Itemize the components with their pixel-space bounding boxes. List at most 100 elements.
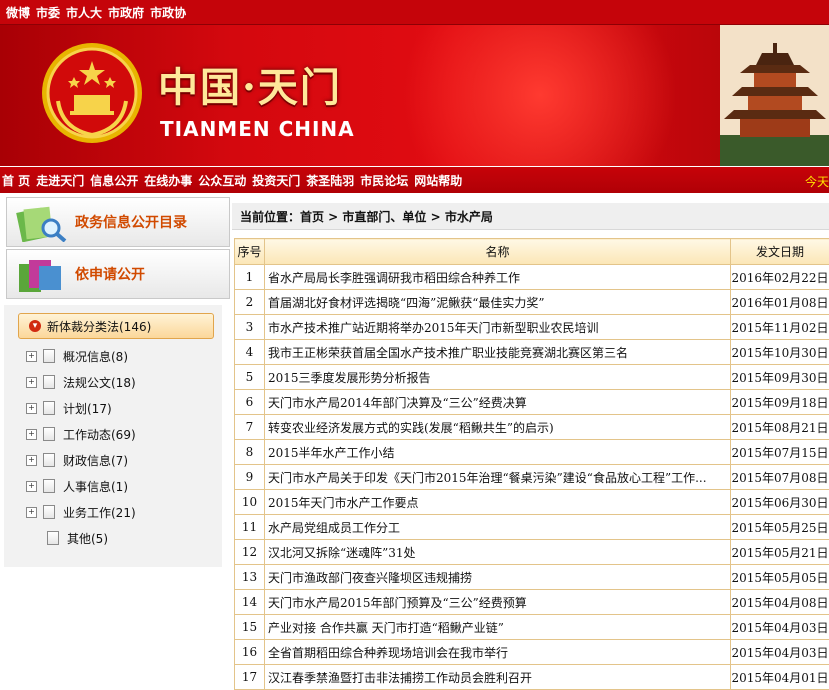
national-emblem-icon — [40, 41, 144, 145]
row-date: 2015年05月05日 — [731, 565, 829, 590]
row-title-link[interactable]: 产业对接 合作共赢 天门市打造“稻鳅产业链” — [265, 615, 731, 640]
row-date: 2015年05月21日 — [731, 540, 829, 565]
expand-icon[interactable]: + — [26, 481, 37, 492]
row-index: 9 — [235, 465, 265, 490]
document-icon — [43, 505, 55, 519]
link-peoples-congress[interactable]: 市人大 — [66, 4, 102, 21]
row-date: 2015年05月25日 — [731, 515, 829, 540]
table-row: 17汉江春季禁渔暨打击非法捕捞工作动员会胜利召开2015年04月01日 — [235, 665, 829, 690]
tree-node-finance[interactable]: +财政信息(7) — [26, 451, 128, 469]
row-index: 10 — [235, 490, 265, 515]
row-title-link[interactable]: 首届湖北好食材评选揭晓“四海”泥鳅获“最佳实力奖” — [265, 290, 731, 315]
document-icon — [43, 427, 55, 441]
link-party-committee[interactable]: 市委 — [36, 4, 60, 21]
row-title-link[interactable]: 转变农业经济发展方式的实践(发展“稻鳅共生”的启示) — [265, 415, 731, 440]
expand-icon[interactable]: + — [26, 429, 37, 440]
request-disclosure-button[interactable]: 依申请公开 — [6, 249, 230, 299]
table-row: 9天门市水产局关于印发《天门市2015年治理“餐桌污染”建设“食品放心工程”工作… — [235, 465, 829, 490]
table-row: 82015半年水产工作小结2015年07月15日 — [235, 440, 829, 465]
pavilion-tower-image — [720, 25, 829, 166]
table-row: 12汉北河又拆除“迷魂阵”31处2015年05月21日 — [235, 540, 829, 565]
main-nav: 首 页 走进天门 信息公开 在线办事 公众互动 投资天门 茶圣陆羽 市民论坛 网… — [0, 167, 829, 193]
row-title-link[interactable]: 天门市水产局关于印发《天门市2015年治理“餐桌污染”建设“食品放心工程”工作.… — [265, 465, 731, 490]
tree-node-business[interactable]: +业务工作(21) — [26, 503, 136, 521]
row-date: 2015年07月08日 — [731, 465, 829, 490]
tree-node-personnel[interactable]: +人事信息(1) — [26, 477, 128, 495]
table-row: 52015三季度发展形势分析报告2015年09月30日 — [235, 365, 829, 390]
row-title-link[interactable]: 2015年天门市水产工作要点 — [265, 490, 731, 515]
collapse-icon: ▾ — [29, 320, 41, 332]
category-tree: ▾ 新体裁分类法(146) +概况信息(8) +法规公文(18) +计划(17)… — [4, 305, 222, 567]
row-title-link[interactable]: 我市王正彬荣获首届全国水产技术推广职业技能竞赛湖北赛区第三名 — [265, 340, 731, 365]
books-icon — [13, 254, 69, 294]
row-index: 1 — [235, 265, 265, 290]
row-index: 5 — [235, 365, 265, 390]
tree-node-other[interactable]: 其他(5) — [41, 529, 108, 547]
row-index: 12 — [235, 540, 265, 565]
row-title-link[interactable]: 天门市水产局2015年部门预算及“三公”经费预算 — [265, 590, 731, 615]
column-header-title: 名称 — [265, 239, 731, 265]
row-index: 8 — [235, 440, 265, 465]
link-weibo[interactable]: 微博 — [6, 4, 30, 21]
expand-icon[interactable]: + — [26, 507, 37, 518]
expand-icon[interactable]: + — [26, 403, 37, 414]
table-row: 7转变农业经济发展方式的实践(发展“稻鳅共生”的启示)2015年08月21日 — [235, 415, 829, 440]
row-title-link[interactable]: 汉江春季禁渔暨打击非法捕捞工作动员会胜利召开 — [265, 665, 731, 690]
row-date: 2015年07月15日 — [731, 440, 829, 465]
tree-root[interactable]: ▾ 新体裁分类法(146) — [18, 313, 214, 339]
document-icon — [43, 401, 55, 415]
tree-node-plans[interactable]: +计划(17) — [26, 399, 112, 417]
row-date: 2015年04月01日 — [731, 665, 829, 690]
disclosure-catalog-label: 政务信息公开目录 — [75, 212, 187, 232]
row-date: 2015年08月21日 — [731, 415, 829, 440]
nav-help[interactable]: 网站帮助 — [414, 172, 462, 189]
tree-node-work-news[interactable]: +工作动态(69) — [26, 425, 136, 443]
nav-online-services[interactable]: 在线办事 — [144, 172, 192, 189]
nav-forum[interactable]: 市民论坛 — [360, 172, 408, 189]
row-title-link[interactable]: 汉北河又拆除“迷魂阵”31处 — [265, 540, 731, 565]
row-date: 2016年02月22日 — [731, 265, 829, 290]
nav-lu-yu[interactable]: 茶圣陆羽 — [306, 172, 354, 189]
site-title-english: TIANMEN CHINA — [160, 117, 355, 141]
breadcrumb-text: 当前位置：首页 > 市直部门、单位 > 市水产局 — [240, 208, 493, 225]
row-index: 17 — [235, 665, 265, 690]
row-date: 2015年04月03日 — [731, 640, 829, 665]
row-title-link[interactable]: 全省首期稻田综合种养现场培训会在我市举行 — [265, 640, 731, 665]
row-title-link[interactable]: 天门市水产局2014年部门决算及“三公”经费决算 — [265, 390, 731, 415]
row-title-link[interactable]: 天门市渔政部门夜查兴隆坝区违规捕捞 — [265, 565, 731, 590]
row-date: 2015年04月03日 — [731, 615, 829, 640]
link-government[interactable]: 市政府 — [108, 4, 144, 21]
row-index: 14 — [235, 590, 265, 615]
table-row: 6天门市水产局2014年部门决算及“三公”经费决算2015年09月18日 — [235, 390, 829, 415]
row-index: 16 — [235, 640, 265, 665]
row-title-link[interactable]: 省水产局局长李胜强调研我市稻田综合种养工作 — [265, 265, 731, 290]
expand-icon[interactable]: + — [26, 351, 37, 362]
row-date: 2016年01月08日 — [731, 290, 829, 315]
table-header: 序号 名称 发文日期 — [235, 239, 829, 265]
row-title-link[interactable]: 市水产技术推广站近期将举办2015年天门市新型职业农民培训 — [265, 315, 731, 340]
link-cppcc[interactable]: 市政协 — [150, 4, 186, 21]
expand-icon[interactable]: + — [26, 455, 37, 466]
nav-invest[interactable]: 投资天门 — [252, 172, 300, 189]
column-header-date: 发文日期 — [731, 239, 829, 265]
row-title-link[interactable]: 2015半年水产工作小结 — [265, 440, 731, 465]
table-row: 4我市王正彬荣获首届全国水产技术推广职业技能竞赛湖北赛区第三名2015年10月3… — [235, 340, 829, 365]
nav-home[interactable]: 首 页 — [2, 172, 30, 189]
nav-about-tianmen[interactable]: 走进天门 — [36, 172, 84, 189]
nav-public-interaction[interactable]: 公众互动 — [198, 172, 246, 189]
row-title-link[interactable]: 水产局党组成员工作分工 — [265, 515, 731, 540]
row-index: 15 — [235, 615, 265, 640]
nav-info-disclosure[interactable]: 信息公开 — [90, 172, 138, 189]
row-index: 11 — [235, 515, 265, 540]
site-banner: 中国·天门 TIANMEN CHINA — [0, 25, 829, 166]
disclosure-catalog-button[interactable]: 政务信息公开目录 — [6, 197, 230, 247]
expand-icon[interactable]: + — [26, 377, 37, 388]
table-row: 1省水产局局长李胜强调研我市稻田综合种养工作2016年02月22日 — [235, 265, 829, 290]
row-index: 7 — [235, 415, 265, 440]
tree-node-overview[interactable]: +概况信息(8) — [26, 347, 128, 365]
top-links-bar: 微博 市委 市人大 市政府 市政协 — [0, 0, 829, 25]
today-date: 今天 — [805, 173, 829, 190]
row-title-link[interactable]: 2015三季度发展形势分析报告 — [265, 365, 731, 390]
table-row: 13天门市渔政部门夜查兴隆坝区违规捕捞2015年05月05日 — [235, 565, 829, 590]
tree-node-regulations[interactable]: +法规公文(18) — [26, 373, 136, 391]
